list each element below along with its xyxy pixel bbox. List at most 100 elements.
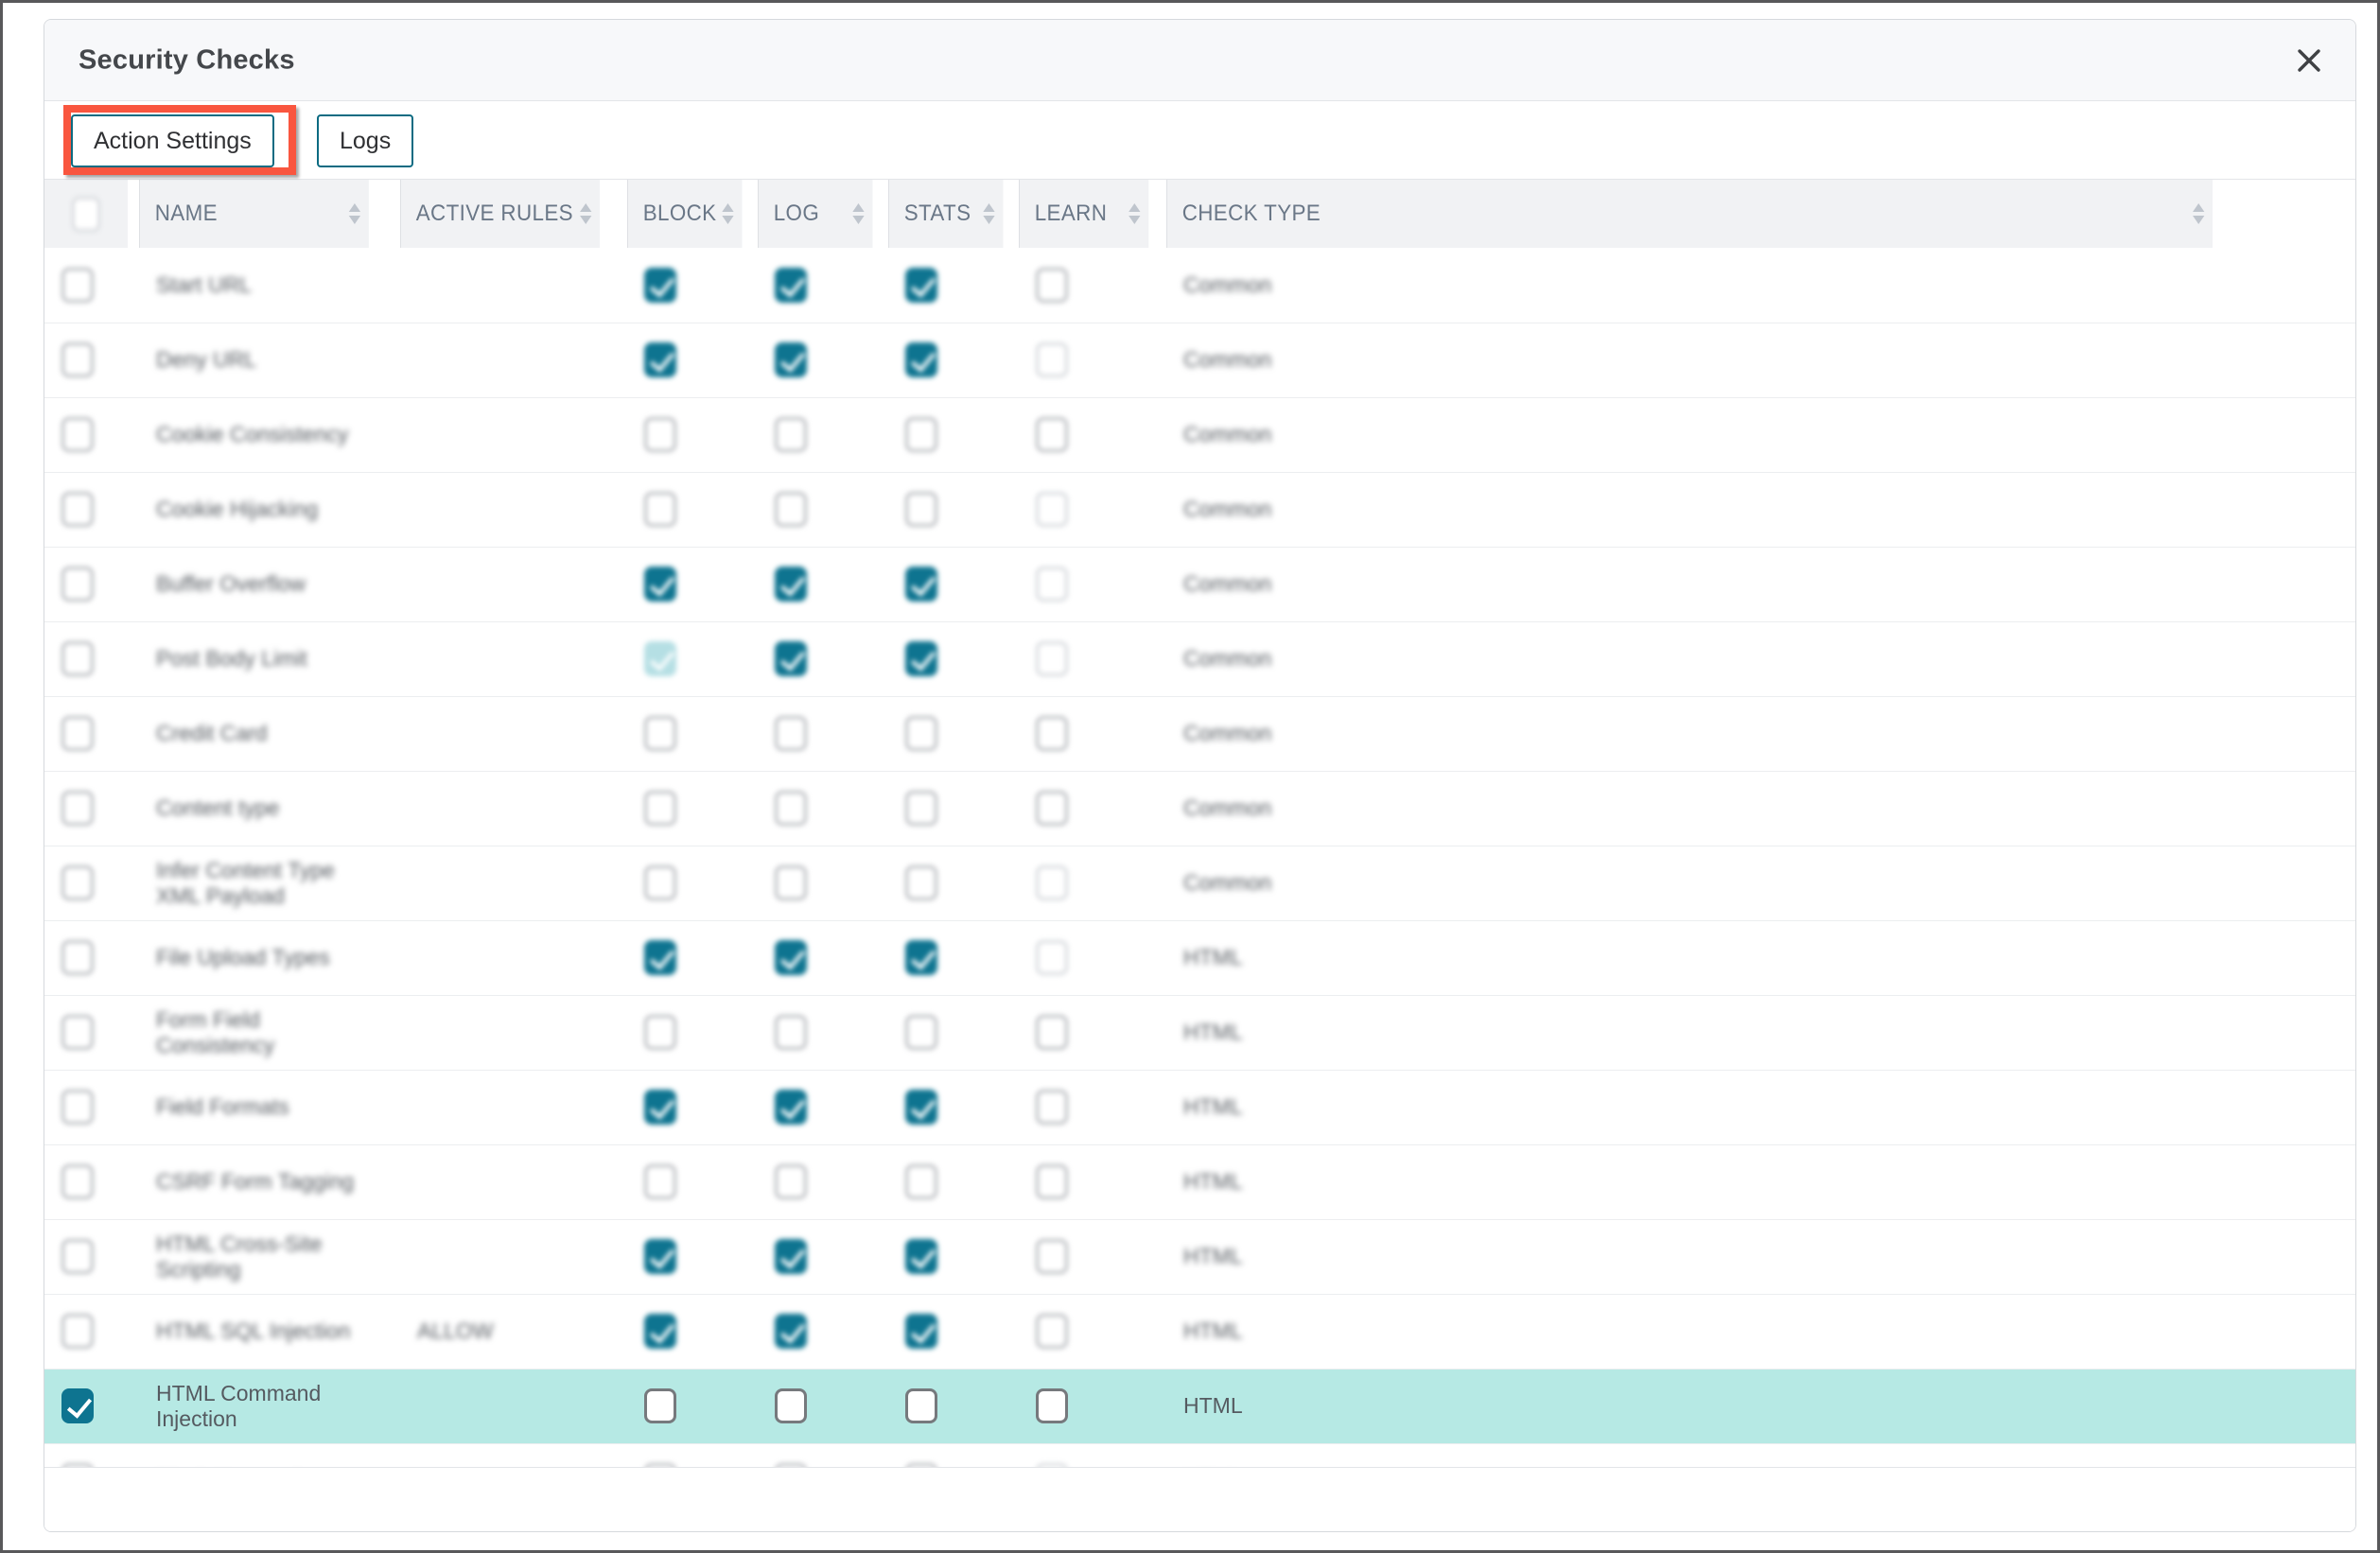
block-checkbox[interactable] (644, 1239, 676, 1274)
row-select-checkbox[interactable] (61, 940, 94, 975)
row-select-checkbox[interactable] (61, 492, 94, 527)
log-checkbox[interactable] (775, 1164, 807, 1199)
stats-checkbox[interactable] (905, 567, 937, 602)
learn-checkbox[interactable] (1036, 492, 1068, 527)
block-checkbox[interactable] (644, 791, 676, 826)
log-checkbox[interactable] (775, 940, 807, 975)
log-checkbox[interactable] (775, 1239, 807, 1274)
sort-log-icon[interactable] (852, 203, 865, 224)
close-icon[interactable] (2285, 37, 2333, 84)
row-select-checkbox[interactable] (61, 716, 94, 751)
learn-checkbox[interactable] (1036, 791, 1068, 826)
block-checkbox[interactable] (644, 641, 676, 676)
table-row[interactable]: Content type Common (44, 771, 2355, 846)
log-checkbox[interactable] (775, 492, 807, 527)
log-checkbox[interactable] (775, 1015, 807, 1050)
row-select-checkbox[interactable] (61, 1239, 94, 1274)
block-checkbox[interactable] (644, 342, 676, 377)
stats-checkbox[interactable] (905, 865, 937, 900)
block-checkbox[interactable] (644, 865, 676, 900)
row-select-checkbox[interactable] (61, 865, 94, 900)
column-header-check-type[interactable]: CHECK TYPE (1166, 180, 2214, 248)
learn-checkbox[interactable] (1036, 1388, 1068, 1423)
table-row[interactable]: HTML Command Injection HTML (44, 1369, 2355, 1444)
tab-logs[interactable]: Logs (317, 114, 414, 167)
block-checkbox[interactable] (644, 567, 676, 602)
learn-checkbox[interactable] (1036, 1314, 1068, 1349)
row-select-checkbox[interactable] (61, 1090, 94, 1125)
learn-checkbox[interactable] (1036, 641, 1068, 676)
stats-checkbox[interactable] (905, 342, 937, 377)
column-header-stats[interactable]: STATS (888, 180, 1004, 248)
row-select-checkbox[interactable] (61, 1164, 94, 1199)
row-select-checkbox[interactable] (61, 1388, 94, 1423)
learn-checkbox[interactable] (1036, 1164, 1068, 1199)
row-select-checkbox[interactable] (61, 417, 94, 452)
learn-checkbox[interactable] (1036, 940, 1068, 975)
stats-checkbox[interactable] (905, 940, 937, 975)
learn-checkbox[interactable] (1036, 267, 1068, 303)
sort-block-icon[interactable] (722, 203, 734, 224)
log-checkbox[interactable] (775, 1388, 807, 1423)
column-header-block[interactable]: BLOCK (627, 180, 743, 248)
table-row[interactable]: Deny URL Common (44, 323, 2355, 398)
block-checkbox[interactable] (644, 1388, 676, 1423)
learn-checkbox[interactable] (1036, 1090, 1068, 1125)
select-all-checkbox[interactable] (72, 196, 100, 232)
row-select-checkbox[interactable] (61, 267, 94, 303)
column-header-log[interactable]: LOG (758, 180, 873, 248)
block-checkbox[interactable] (644, 940, 676, 975)
stats-checkbox[interactable] (905, 417, 937, 452)
block-checkbox[interactable] (644, 716, 676, 751)
log-checkbox[interactable] (775, 791, 807, 826)
stats-checkbox[interactable] (905, 492, 937, 527)
row-select-checkbox[interactable] (61, 567, 94, 602)
sort-stats-icon[interactable] (983, 203, 995, 224)
learn-checkbox[interactable] (1036, 716, 1068, 751)
table-row[interactable]: Cookie Hijacking Common (44, 472, 2355, 548)
table-row[interactable]: Field Formats HTML (44, 1070, 2355, 1145)
row-select-checkbox[interactable] (61, 1015, 94, 1050)
log-checkbox[interactable] (775, 567, 807, 602)
table-row[interactable]: Cookie Consistency Common (44, 397, 2355, 473)
table-row[interactable]: Infer Content Type XML Payload Common (44, 846, 2355, 921)
log-checkbox[interactable] (775, 267, 807, 303)
learn-checkbox[interactable] (1036, 865, 1068, 900)
learn-checkbox[interactable] (1036, 342, 1068, 377)
table-row[interactable]: Credit Card Common (44, 696, 2355, 772)
table-row[interactable]: CSRF Form Tagging HTML (44, 1144, 2355, 1220)
learn-checkbox[interactable] (1036, 1239, 1068, 1274)
log-checkbox[interactable] (775, 865, 807, 900)
block-checkbox[interactable] (644, 1164, 676, 1199)
stats-checkbox[interactable] (905, 1388, 937, 1423)
stats-checkbox[interactable] (905, 641, 937, 676)
log-checkbox[interactable] (775, 342, 807, 377)
table-row[interactable]: HTML SQL Injection ALLOW HTML (44, 1294, 2355, 1370)
block-checkbox[interactable] (644, 1090, 676, 1125)
stats-checkbox[interactable] (905, 716, 937, 751)
sort-check-type-icon[interactable] (2193, 203, 2205, 224)
table-row[interactable]: HTML Cross-Site Scripting HTML (44, 1219, 2355, 1295)
table-row[interactable]: Start URL Common (44, 248, 2355, 323)
row-select-checkbox[interactable] (61, 1314, 94, 1349)
column-header-name[interactable]: NAME (139, 180, 369, 248)
table-row[interactable]: Post Body Limit Common (44, 621, 2355, 697)
learn-checkbox[interactable] (1036, 567, 1068, 602)
log-checkbox[interactable] (775, 716, 807, 751)
log-checkbox[interactable] (775, 1314, 807, 1349)
block-checkbox[interactable] (644, 1015, 676, 1050)
table-row[interactable]: File Upload Types HTML (44, 920, 2355, 996)
stats-checkbox[interactable] (905, 1015, 937, 1050)
sort-name-icon[interactable] (348, 203, 361, 224)
column-header-learn[interactable]: LEARN (1019, 180, 1149, 248)
stats-checkbox[interactable] (905, 267, 937, 303)
log-checkbox[interactable] (775, 1090, 807, 1125)
stats-checkbox[interactable] (905, 1090, 937, 1125)
stats-checkbox[interactable] (905, 1164, 937, 1199)
learn-checkbox[interactable] (1036, 1015, 1068, 1050)
sort-learn-icon[interactable] (1129, 203, 1141, 224)
block-checkbox[interactable] (644, 1314, 676, 1349)
log-checkbox[interactable] (775, 417, 807, 452)
stats-checkbox[interactable] (905, 1239, 937, 1274)
sort-active-rules-icon[interactable] (580, 203, 592, 224)
